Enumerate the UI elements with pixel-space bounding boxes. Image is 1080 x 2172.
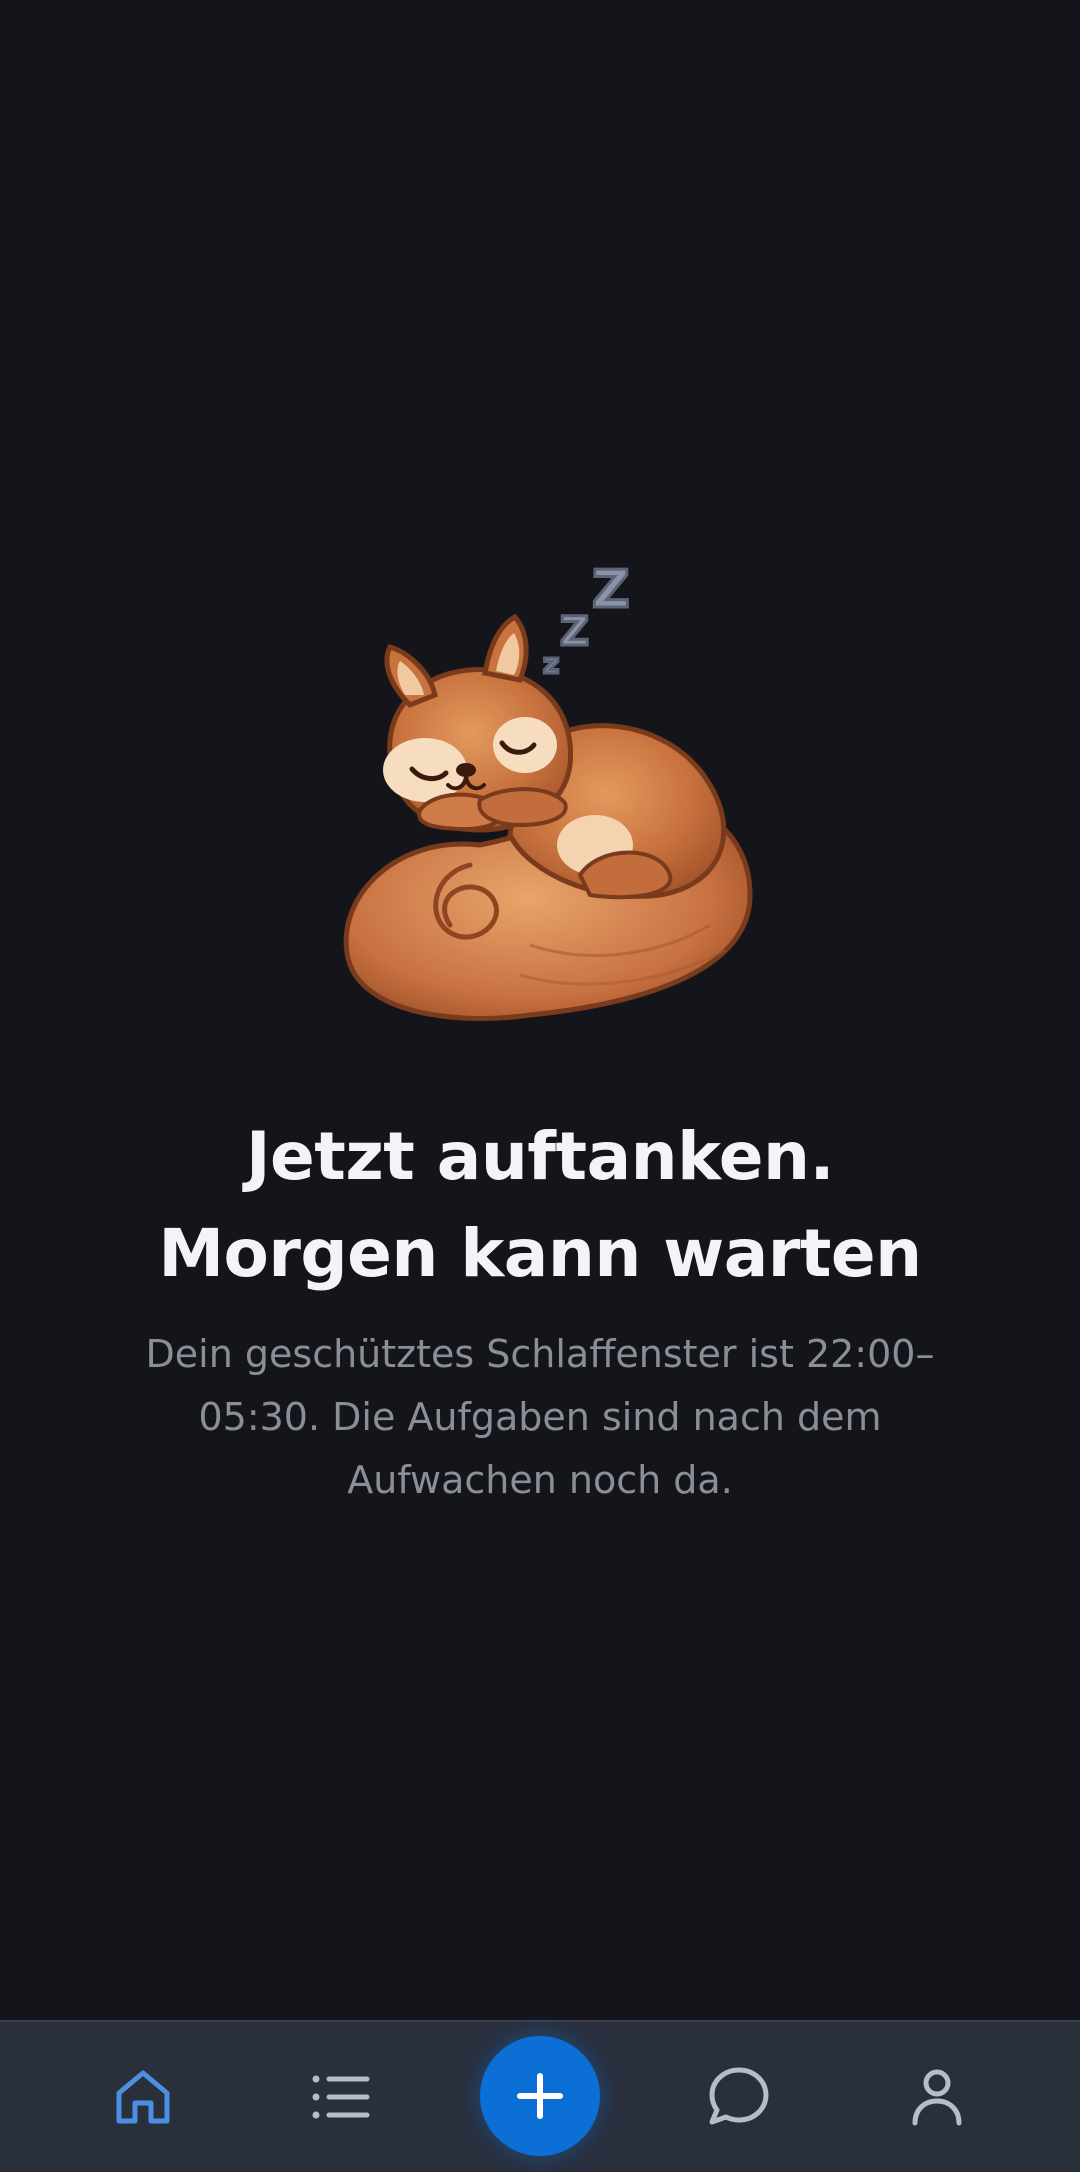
- nav-list-button[interactable]: [281, 2022, 401, 2172]
- sleep-window-description: Dein geschütztes Schlaffenster ist 22:00…: [145, 1332, 935, 1502]
- sleeping-squirrel-illustration: z Z Z: [343, 559, 753, 1021]
- profile-icon: [912, 2069, 962, 2126]
- add-task-button[interactable]: [480, 2036, 600, 2156]
- plus-icon: [517, 2073, 563, 2119]
- nav-profile-button[interactable]: [877, 2022, 997, 2172]
- home-icon: [116, 2070, 170, 2124]
- sleep-z-large: Z: [592, 560, 630, 620]
- list-icon: [312, 2075, 370, 2119]
- nav-home-button[interactable]: [83, 2022, 203, 2172]
- sleep-z-small: z: [543, 647, 559, 680]
- sleep-z-medium: Z: [560, 609, 589, 655]
- sleep-z-symbols: z Z Z: [542, 559, 632, 682]
- chat-icon: [709, 2067, 769, 2125]
- headline-line-1: Jetzt auftanken.: [245, 1118, 835, 1195]
- nav-chat-button[interactable]: [679, 2022, 799, 2172]
- headline-line-2: Morgen kann warten: [158, 1215, 922, 1292]
- sleep-mode-screen: z Z Z Jetzt auftanken. Morgen kann warte…: [0, 0, 1080, 2172]
- page-title: Jetzt auftanken. Morgen kann warten: [0, 1108, 1080, 1302]
